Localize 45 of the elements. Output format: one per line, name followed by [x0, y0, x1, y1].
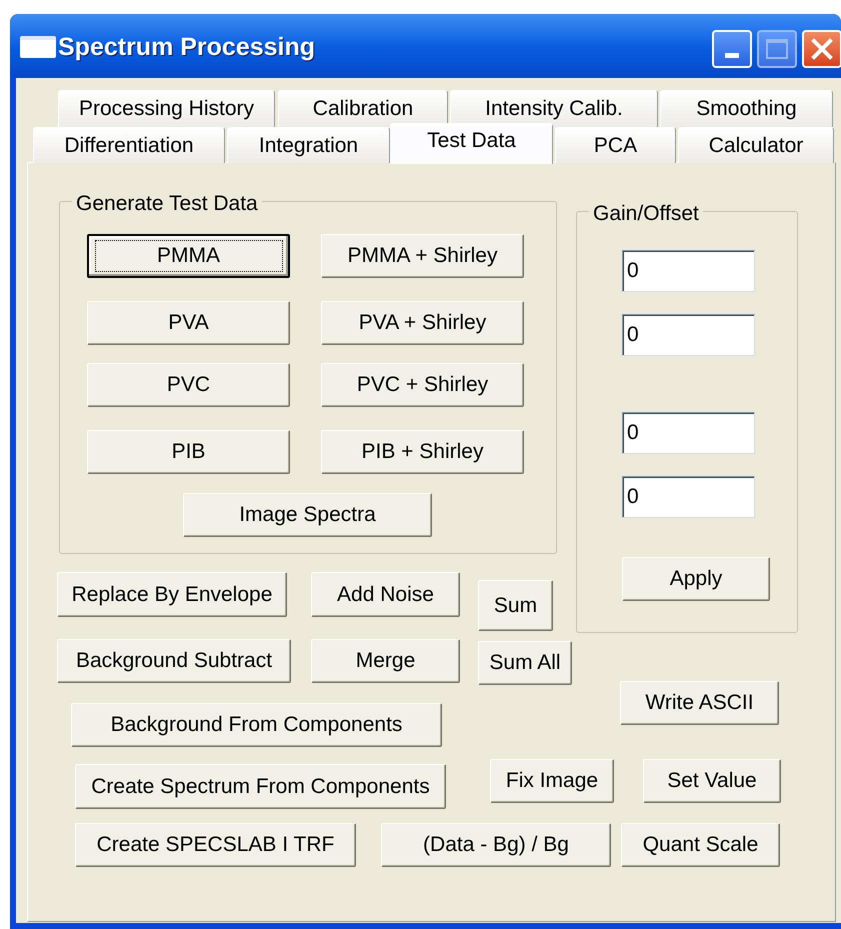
button[interactable]: Create SPECSLAB I TRF — [75, 823, 356, 867]
input-field[interactable]: 0 — [622, 476, 755, 518]
button[interactable]: Background From Components — [71, 703, 442, 747]
button[interactable]: Apply — [622, 557, 770, 601]
button[interactable]: PIB — [87, 430, 290, 474]
tab[interactable]: Calibration — [278, 90, 448, 127]
tab[interactable]: Calculator — [678, 127, 834, 163]
button[interactable]: Fix Image — [490, 759, 614, 803]
button[interactable]: (Data - Bg) / Bg — [381, 823, 611, 867]
button[interactable]: Quant Scale — [621, 823, 780, 867]
button[interactable]: Replace By Envelope — [57, 572, 287, 617]
button[interactable]: Set Value — [643, 759, 781, 803]
tab[interactable]: Differentiation — [33, 127, 225, 163]
tab[interactable]: Test Data — [390, 123, 553, 164]
minimize-button[interactable] — [712, 30, 752, 68]
button[interactable]: PVC + Shirley — [321, 363, 524, 407]
close-button[interactable] — [802, 30, 841, 68]
button[interactable]: Image Spectra — [183, 493, 432, 537]
button[interactable]: PVA + Shirley — [321, 301, 524, 345]
window-icon — [20, 36, 56, 58]
close-icon — [810, 37, 834, 61]
minimize-icon — [725, 53, 739, 58]
button[interactable]: PMMA — [87, 234, 290, 278]
maximize-button[interactable] — [757, 30, 797, 68]
button[interactable]: Background Subtract — [57, 639, 291, 683]
tab[interactable]: Integration — [227, 127, 390, 163]
button[interactable]: Write ASCII — [620, 681, 779, 725]
button[interactable]: PVA — [87, 301, 290, 345]
input-field[interactable]: 0 — [622, 412, 755, 454]
button[interactable]: Sum — [478, 580, 553, 631]
button[interactable]: PIB + Shirley — [321, 430, 524, 474]
button[interactable]: Create Spectrum From Components — [75, 764, 446, 809]
maximize-icon — [766, 39, 788, 59]
button[interactable]: Sum All — [478, 641, 572, 685]
button[interactable]: PMMA + Shirley — [321, 234, 524, 278]
input-field[interactable]: 0 — [622, 250, 755, 292]
tab[interactable]: Processing History — [58, 90, 275, 127]
button[interactable]: PVC — [87, 363, 290, 407]
window-title: Spectrum Processing — [58, 32, 316, 63]
tab[interactable]: Intensity Calib. — [450, 90, 658, 127]
tab[interactable]: PCA — [555, 127, 676, 163]
button[interactable]: Add Noise — [311, 572, 460, 617]
button[interactable]: Merge — [311, 639, 460, 683]
input-field[interactable]: 0 — [622, 314, 755, 356]
tab[interactable]: Smoothing — [660, 90, 833, 127]
